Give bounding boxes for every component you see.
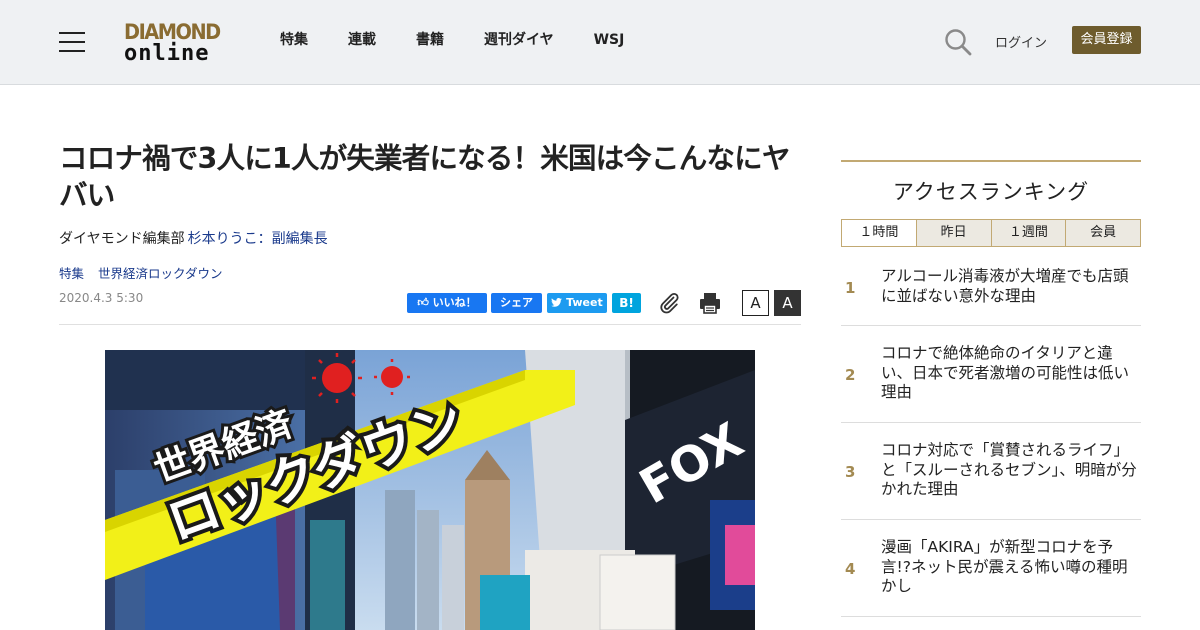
rank-headline: コロナで絶体絶命のイタリアと違い、日本で死者激増の可能性は低い理由: [881, 344, 1130, 401]
tweet-label: Tweet: [566, 296, 603, 309]
tab-1hour[interactable]: １時間: [842, 220, 916, 246]
rank-number: 1: [845, 279, 856, 297]
nav-item-tokushu[interactable]: 特集: [280, 31, 308, 49]
tab-yesterday[interactable]: 昨日: [915, 220, 991, 246]
search-icon[interactable]: [944, 28, 972, 56]
print-icon[interactable]: [698, 291, 722, 315]
ranking-topline: [841, 160, 1141, 162]
publish-date: 2020.4.3 5:30: [59, 291, 144, 305]
facebook-share-button[interactable]: シェア: [491, 293, 542, 313]
article-tags: 特集 世界経済ロックダウン: [59, 263, 237, 282]
font-size-large-button[interactable]: A: [774, 290, 801, 316]
tag-link[interactable]: 世界経済ロックダウン: [98, 263, 223, 282]
tab-members[interactable]: 会員: [1065, 220, 1140, 246]
ranking-item[interactable]: 3 コロナ対応で「賞賛されるライフ」と「スルーされるセブン」、明暗が分かれた理由: [841, 423, 1141, 520]
byline-dept: ダイヤモンド編集部: [59, 231, 185, 247]
tab-1week[interactable]: １週間: [990, 220, 1066, 246]
ranking-item[interactable]: 2 コロナで絶体絶命のイタリアと違い、日本で死者激増の可能性は低い理由: [841, 326, 1141, 423]
rank-headline: 漫画「AKIRA」が新型コロナを予言!?ネット民が震える怖い噂の種明かし: [881, 538, 1128, 595]
rank-headline: コロナ対応で「賞賛されるライフ」と「スルーされるセブン」、明暗が分かれた理由: [881, 441, 1137, 498]
nav-item-shoseki[interactable]: 書籍: [416, 31, 444, 49]
hatena-bookmark-button[interactable]: B!: [612, 293, 641, 313]
rank-number: 4: [845, 560, 856, 578]
nav-item-wsj[interactable]: WSJ: [594, 31, 625, 49]
bird-icon: [551, 296, 566, 309]
main-nav: 特集 連載 書籍 週刊ダイヤ WSJ: [280, 31, 664, 49]
author-link[interactable]: 杉本りうこ：副編集長: [188, 231, 328, 247]
rank-headline: アルコール消毒液が大増産でも店頭に並ばない意外な理由: [881, 267, 1129, 305]
logo-online: online: [124, 41, 210, 66]
login-link[interactable]: ログイン: [995, 32, 1047, 51]
menu-icon[interactable]: [59, 32, 85, 52]
nav-item-rensai[interactable]: 連載: [348, 31, 376, 49]
ranking-item[interactable]: 4 漫画「AKIRA」が新型コロナを予言!?ネット民が震える怖い噂の種明かし: [841, 520, 1141, 617]
byline: ダイヤモンド編集部 杉本りうこ：副編集長: [59, 228, 328, 248]
rank-number: 3: [845, 463, 856, 481]
facebook-like-button[interactable]: 👍︎ いいね！: [407, 293, 487, 313]
tweet-button[interactable]: Tweet: [547, 293, 607, 313]
register-button[interactable]: 会員登録: [1072, 26, 1141, 54]
ranking-item[interactable]: 1 アルコール消毒液が大増産でも店頭に並ばない意外な理由: [841, 258, 1141, 326]
ranking-title: アクセスランキング: [892, 180, 1090, 204]
article-title: コロナ禍で3人に1人が失業者になる！米国は今こんなにヤバい: [59, 142, 790, 212]
rank-number: 2: [845, 366, 856, 384]
clip-icon[interactable]: [657, 291, 681, 315]
hero-image: 世界経済 ロックダウン FOX: [105, 350, 755, 630]
site-header: DIAMOND online 特集 連載 書籍 週刊ダイヤ WSJ ログイン 会…: [0, 0, 1200, 85]
like-label: いいね！: [432, 296, 477, 309]
thumbs-up-icon: 👍︎: [417, 296, 429, 309]
tag-link[interactable]: 特集: [59, 263, 84, 282]
nav-item-weekly[interactable]: 週刊ダイヤ: [484, 31, 554, 49]
ranking-tabs: １時間 昨日 １週間 会員: [841, 219, 1141, 247]
font-size-small-button[interactable]: A: [742, 290, 769, 316]
site-logo[interactable]: DIAMOND online: [124, 20, 228, 66]
divider: [59, 324, 801, 325]
